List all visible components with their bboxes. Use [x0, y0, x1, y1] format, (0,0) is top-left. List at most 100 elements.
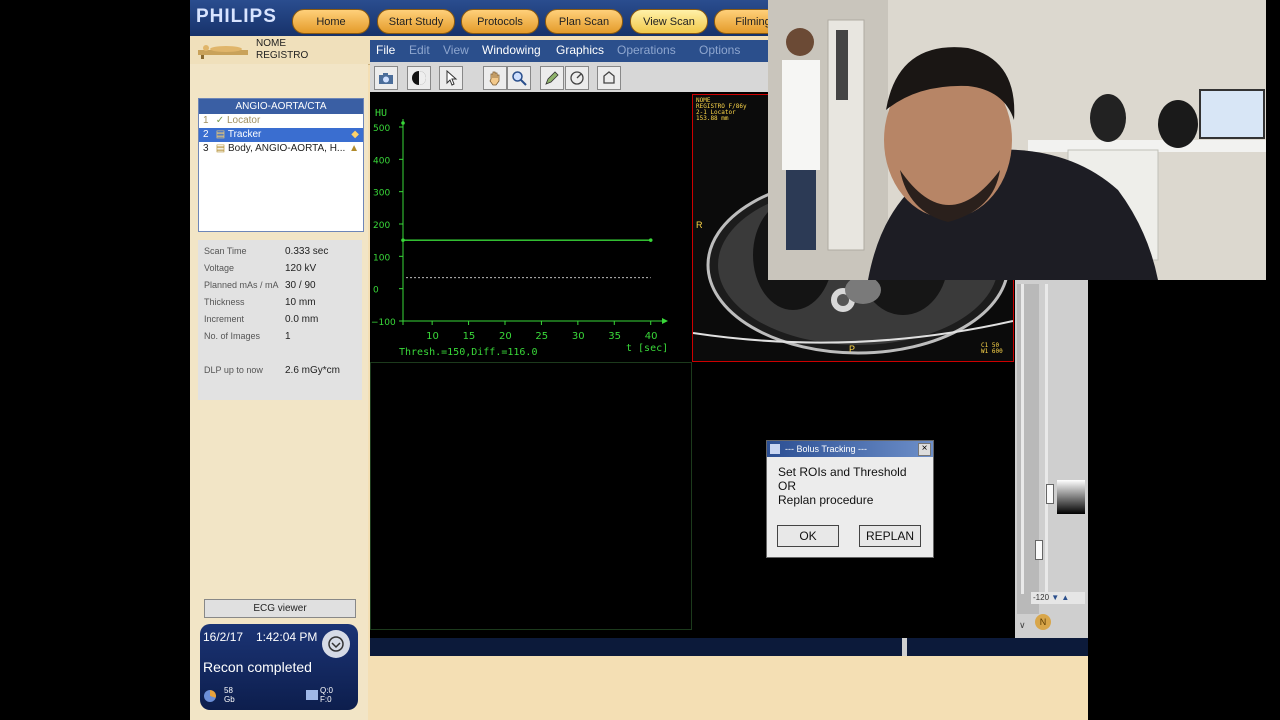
- nav-plan-scan-button[interactable]: Plan Scan: [545, 9, 623, 34]
- system-status-panel: 16/2/17 1:42:04 PM Recon completed 58 Gb…: [200, 624, 358, 710]
- x-axis-arrow: [662, 318, 668, 324]
- x-tick-label: 35: [608, 331, 621, 342]
- status-time: 1:42:04 PM: [256, 630, 318, 644]
- threshold-point: [401, 238, 405, 242]
- y-tick-label: 300: [373, 189, 390, 199]
- param-label: Scan Time: [204, 246, 247, 256]
- nav-home-button[interactable]: Home: [292, 9, 370, 34]
- ecg-viewer-button[interactable]: ECG viewer: [204, 599, 356, 618]
- protocol-item-body[interactable]: 3 ▤ Body, ANGIO-AORTA, H... ▲: [199, 142, 363, 156]
- y-tick-label: 200: [373, 221, 390, 231]
- arrow-up-icon[interactable]: ▲: [1061, 593, 1069, 602]
- menu-view[interactable]: View: [443, 43, 469, 57]
- pencil-icon[interactable]: [540, 66, 564, 90]
- x-axis-label: t [sec]: [626, 343, 668, 354]
- webcam-overlay: [768, 0, 1266, 280]
- x-tick-label: 25: [535, 331, 548, 342]
- empty-image-panel[interactable]: [370, 362, 692, 630]
- threshold-point: [648, 238, 653, 242]
- camera-icon[interactable]: [374, 66, 398, 90]
- close-icon[interactable]: ×: [918, 443, 931, 456]
- x-tick-label: 10: [426, 331, 439, 342]
- arrow-down-icon[interactable]: ▼: [1051, 593, 1059, 602]
- zoom-icon[interactable]: [507, 66, 531, 90]
- contrast-icon[interactable]: [407, 66, 431, 90]
- patient-name: NOME: [256, 38, 286, 49]
- y-tick-label: 400: [373, 156, 390, 166]
- notification-icon[interactable]: N: [1035, 614, 1051, 630]
- menu-graphics[interactable]: Graphics: [556, 43, 604, 57]
- param-value: 2.6 mGy*cm: [285, 365, 341, 376]
- scan-parameters: Scan Time 0.333 sec Voltage 120 kV Plann…: [198, 240, 362, 400]
- roi-icon[interactable]: [597, 66, 621, 90]
- dialog-app-icon: [770, 444, 780, 454]
- x-tick-label: 20: [499, 331, 512, 342]
- disk-icon: [204, 690, 216, 702]
- protocol-title: ANGIO-AORTA/CTA: [199, 99, 363, 114]
- status-separator: [902, 638, 907, 656]
- window-width-label: W1: [981, 348, 989, 355]
- dialog-title-bar: --- Bolus Tracking --- ×: [767, 441, 933, 457]
- y-axis-cap: [401, 121, 405, 125]
- check-icon: ✓: [215, 115, 225, 126]
- param-value: 0.0 mm: [285, 314, 319, 325]
- webcam-video-frame: [768, 0, 1266, 280]
- param-value: 30 / 90: [285, 280, 316, 291]
- status-date: 16/2/17: [203, 630, 244, 644]
- filming-count: F:0: [320, 695, 332, 704]
- x-tick-label: 30: [572, 331, 585, 342]
- gantry-icon[interactable]: [322, 630, 350, 658]
- ok-button[interactable]: OK: [777, 525, 839, 547]
- nav-view-scan-button[interactable]: View Scan: [630, 9, 708, 34]
- param-label: Thickness: [204, 297, 245, 307]
- param-value: 0.333 sec: [285, 246, 329, 257]
- param-label: Voltage: [204, 263, 235, 273]
- lock-icon: ◆: [351, 129, 359, 140]
- replan-button[interactable]: REPLAN: [859, 525, 921, 547]
- menu-operations[interactable]: Operations: [617, 43, 676, 57]
- scroll-down-arrow-icon[interactable]: ∨: [1019, 620, 1026, 631]
- protocol-item-tracker[interactable]: 2 ▤ Tracker ◆: [199, 128, 363, 142]
- brand-logo: PHILIPS: [196, 6, 277, 27]
- queue-icon: [306, 690, 318, 700]
- y-axis-label: HU: [375, 108, 387, 119]
- threshold-annotation: Thresh.=150,Diff.=116.0: [399, 347, 537, 358]
- bolus-tracking-chart: 500 400 300 200 100 0 −100 10 15 20 25 30 35 40 HU t …: [371, 108, 668, 358]
- param-value: 1: [285, 331, 291, 342]
- menu-windowing[interactable]: Windowing: [482, 43, 541, 57]
- menu-options[interactable]: Options: [699, 43, 740, 57]
- y-tick-label: 0: [373, 286, 379, 296]
- param-value: 120 kV: [285, 263, 317, 274]
- scroll-track: [1021, 284, 1024, 594]
- y-tick-label: −100: [371, 318, 396, 328]
- nav-protocols-button[interactable]: Protocols: [461, 9, 539, 34]
- param-label: Increment: [204, 314, 245, 324]
- orientation-marker-right: R: [696, 220, 703, 230]
- queue-count: Q:0: [320, 686, 333, 695]
- dialog-title: --- Bolus Tracking ---: [785, 444, 868, 454]
- menu-file[interactable]: File: [376, 43, 395, 57]
- bolus-tracking-dialog: --- Bolus Tracking --- × Set ROIs and Th…: [766, 440, 934, 558]
- protocol-list: ANGIO-AORTA/CTA 1 ✓ Locator 2 ▤ Tracker …: [198, 98, 364, 232]
- dialog-message: Set ROIs and Threshold OR Replan procedu…: [778, 465, 907, 507]
- window-readout: -120: [1033, 593, 1050, 602]
- measure-icon[interactable]: [565, 66, 589, 90]
- image-status-bar: [370, 638, 1088, 656]
- window-level-strip: -120 ▼ ▲ N ∨: [1015, 280, 1088, 638]
- scroll-thumb[interactable]: [1046, 484, 1054, 504]
- grayscale-bar: [1057, 480, 1085, 514]
- disk-unit: Gb: [224, 695, 235, 704]
- param-label: DLP up to now: [204, 365, 263, 375]
- menu-edit[interactable]: Edit: [409, 43, 430, 57]
- pointer-icon[interactable]: [439, 66, 463, 90]
- y-tick-label: 100: [373, 253, 390, 263]
- hand-icon[interactable]: [483, 66, 507, 90]
- nav-start-study-button[interactable]: Start Study: [377, 9, 455, 34]
- protocol-item-locator[interactable]: 1 ✓ Locator: [199, 114, 363, 128]
- status-message: Recon completed: [203, 659, 312, 675]
- scroll-thumb[interactable]: [1035, 540, 1043, 560]
- contrast-agent-icon: ▲: [349, 143, 359, 154]
- orientation-marker-posterior: P: [849, 344, 856, 354]
- param-value: 10 mm: [285, 297, 316, 308]
- patient-registry: REGISTRO: [256, 50, 309, 61]
